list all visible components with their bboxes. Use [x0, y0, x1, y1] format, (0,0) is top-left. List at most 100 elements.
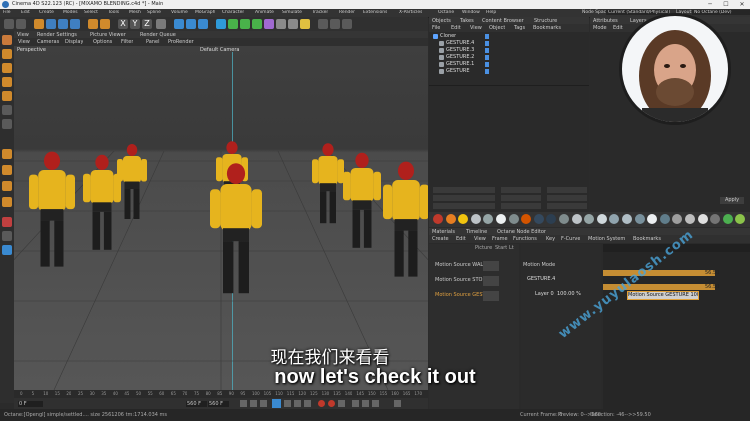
selection-icon[interactable]	[100, 19, 110, 29]
motion-menu-f-curve[interactable]: F-Curve	[561, 236, 580, 242]
menu-tools[interactable]: Tools	[108, 10, 119, 15]
motion-menu-motion-system[interactable]: Motion System	[588, 236, 625, 242]
menu-mograph[interactable]: MoGraph	[195, 10, 215, 15]
motion-tag-icon[interactable]	[485, 55, 489, 60]
motion-tag-icon[interactable]	[485, 41, 489, 46]
minimize-button[interactable]: ─	[702, 0, 718, 9]
goto-start-icon[interactable]	[240, 400, 247, 407]
om-menu-tags[interactable]: Tags	[514, 25, 525, 31]
menu-mesh[interactable]: Mesh	[129, 10, 141, 15]
rotate-tool-icon[interactable]	[70, 19, 80, 29]
material-swatch[interactable]	[697, 214, 708, 224]
maximize-button[interactable]: ☐	[718, 0, 734, 9]
x-axis-icon[interactable]: X	[118, 19, 128, 29]
motion-tag-icon[interactable]	[485, 69, 489, 74]
material-swatch[interactable]	[634, 214, 645, 224]
motion-menu-functions[interactable]: Functions	[513, 236, 537, 242]
uv-mode-icon[interactable]	[2, 91, 12, 101]
menu-volume[interactable]: Volume	[171, 10, 188, 15]
redo-icon[interactable]	[16, 19, 26, 29]
object-item[interactable]: GESTURE.1	[446, 61, 474, 67]
next-key-icon[interactable]	[294, 400, 301, 407]
material-swatch[interactable]	[659, 214, 670, 224]
menu-render[interactable]: Render	[339, 10, 355, 15]
menu-modes[interactable]: Modes	[63, 10, 78, 15]
menu-create[interactable]: Create	[39, 10, 54, 15]
motion-menu-frame[interactable]: Frame	[492, 236, 508, 242]
cloner-icon[interactable]	[252, 19, 262, 29]
motion-menu-edit[interactable]: Edit	[456, 236, 466, 242]
autokey-icon[interactable]	[328, 400, 335, 407]
3d-viewport[interactable]: Perspective Default Camera	[14, 46, 428, 390]
motion-clip[interactable]: Motion Source WALK	[435, 262, 486, 268]
layout-select[interactable]: No Octane (Dev)	[692, 10, 750, 15]
previous-frame-icon[interactable]	[260, 400, 267, 407]
material-swatch[interactable]	[584, 214, 595, 224]
motion-menu-bookmarks[interactable]: Bookmarks	[633, 236, 661, 242]
om-menu-bookmarks[interactable]: Bookmarks	[533, 25, 561, 31]
render-settings-icon[interactable]	[198, 19, 208, 29]
material-swatch[interactable]	[559, 214, 569, 224]
keyframe-selection-icon[interactable]	[338, 400, 345, 407]
viewport-solo-icon[interactable]	[2, 245, 12, 255]
coord-field[interactable]	[501, 195, 541, 201]
next-frame-icon[interactable]	[284, 400, 291, 407]
material-swatch[interactable]	[458, 214, 469, 224]
timeline-ruler[interactable]: 0 5 10 15 20 25 30 35 40 45 50 55 60 65 70 75 80 85 90 95 10…	[14, 390, 428, 398]
material-swatch[interactable]	[622, 214, 632, 224]
apply-button[interactable]: Apply	[720, 197, 744, 204]
coord-field[interactable]	[433, 187, 495, 193]
coord-field[interactable]	[547, 203, 587, 209]
paint-icon[interactable]	[2, 217, 12, 227]
workplane-icon[interactable]	[2, 165, 12, 175]
object-item[interactable]: Cloner	[440, 33, 456, 39]
coord-field[interactable]	[501, 187, 541, 193]
track-layer0[interactable]: Layer 0	[535, 291, 554, 297]
motion-clip[interactable]: Motion Source STOP	[435, 277, 485, 283]
previous-key-icon[interactable]	[250, 400, 257, 407]
camera-icon[interactable]	[288, 19, 298, 29]
deformer-icon[interactable]	[264, 19, 274, 29]
start-frame-field[interactable]: 0 F	[18, 401, 43, 407]
viewport-menu-view[interactable]: View	[18, 39, 30, 45]
edges-mode-icon[interactable]	[2, 63, 12, 73]
viewport-menu-panel[interactable]: Panel	[146, 39, 160, 45]
clip-bar-top[interactable]	[603, 270, 715, 276]
undo-icon[interactable]	[4, 19, 14, 29]
subdivision-icon[interactable]	[240, 19, 250, 29]
render-picture-viewer-icon[interactable]	[186, 19, 196, 29]
menu-edit[interactable]: Edit	[21, 10, 30, 15]
object-item[interactable]: GESTURE.4	[446, 40, 474, 46]
om-menu-view[interactable]: View	[470, 25, 482, 31]
material-swatch[interactable]	[483, 214, 494, 224]
model-mode-icon[interactable]	[34, 19, 44, 29]
menu-window[interactable]: Window	[462, 10, 480, 15]
polygons-mode-icon[interactable]	[2, 77, 12, 87]
menu-simulate[interactable]: Simulate	[282, 10, 302, 15]
scale-key-icon[interactable]	[362, 400, 369, 407]
tweak-mode-icon[interactable]	[2, 119, 12, 129]
material-swatch[interactable]	[521, 214, 532, 224]
close-button[interactable]: ✕	[734, 0, 750, 9]
material-swatch[interactable]	[470, 214, 481, 224]
motion-tag-icon[interactable]	[485, 34, 489, 39]
coord-field[interactable]	[433, 203, 495, 209]
menu-extensions[interactable]: Extensions	[363, 10, 387, 15]
viewport-menu-prorender[interactable]: ProRender	[168, 39, 194, 45]
xparticles-icon[interactable]	[330, 19, 340, 29]
object-item[interactable]: GESTURE.2	[446, 54, 474, 60]
viewport-menu-display[interactable]: Display	[65, 39, 83, 45]
floor-icon[interactable]	[276, 19, 286, 29]
scale-tool-icon[interactable]	[58, 19, 68, 29]
goto-end-icon[interactable]	[304, 400, 311, 407]
move-tool-icon[interactable]	[46, 19, 56, 29]
enable-axis-icon[interactable]	[2, 105, 12, 115]
material-swatch[interactable]	[647, 214, 658, 224]
material-swatch[interactable]	[496, 214, 506, 224]
menu-x-particles[interactable]: X-Particles	[399, 10, 422, 15]
play-pause-icon[interactable]	[272, 399, 281, 408]
motion-tag-icon[interactable]	[485, 48, 489, 53]
rotation-key-icon[interactable]	[372, 400, 379, 407]
material-swatch[interactable]	[533, 214, 544, 224]
render-view-icon[interactable]	[174, 19, 184, 29]
